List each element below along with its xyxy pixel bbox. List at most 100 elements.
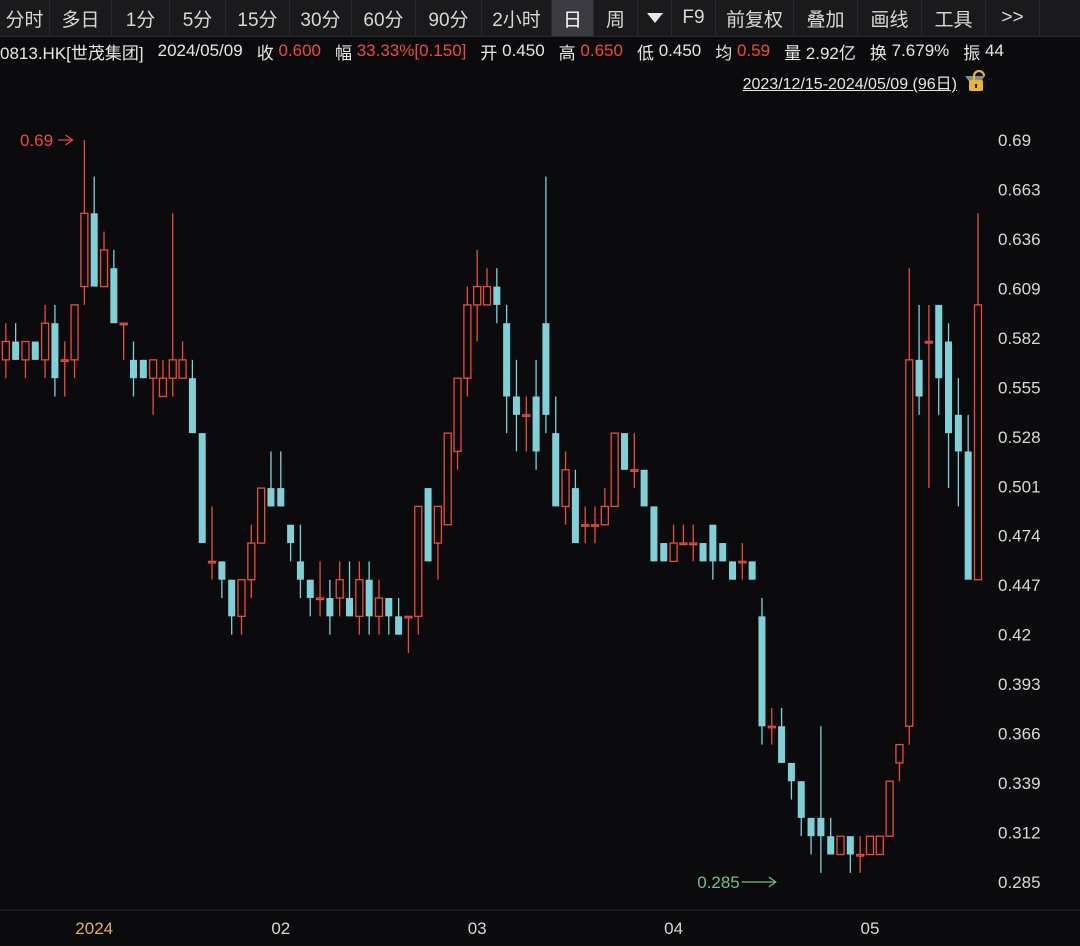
candle-body (404, 615, 413, 619)
period-dropdown-button[interactable] (638, 0, 672, 36)
y-tick-label: 0.663 (998, 180, 1041, 199)
open-label: 开 (480, 43, 498, 63)
low-label: 低 (636, 43, 654, 63)
toolbar-item-13[interactable]: 前复权 (716, 0, 794, 36)
candle-body (315, 597, 325, 601)
candle-body (218, 561, 226, 580)
toolbar-item-15[interactable]: 画线 (858, 0, 922, 36)
candle-body (620, 433, 628, 470)
candle-body (542, 323, 550, 415)
toolbar-item-9[interactable]: 日 (552, 0, 594, 36)
min-annotation-label: 0.285 (697, 873, 740, 892)
candle-body (561, 469, 570, 508)
candle-body (267, 488, 275, 507)
toolbar-item-0[interactable]: 分时 (0, 0, 50, 36)
candle-body (758, 616, 766, 727)
low-value: 0.450 (658, 41, 702, 60)
candle-body (973, 304, 983, 581)
candle-body (512, 396, 520, 415)
candle-body (827, 836, 835, 855)
candle-body (355, 579, 364, 617)
candle-body (935, 304, 943, 379)
toolbar-item-6[interactable]: 60分 (352, 0, 416, 36)
candle-body (80, 212, 89, 288)
toolbar-item-8[interactable]: 2小时 (482, 0, 552, 36)
high-value: 0.650 (580, 41, 623, 60)
candle-body (158, 377, 168, 398)
candle-body (679, 542, 688, 546)
change-label: 幅 (334, 43, 352, 63)
candle-body (650, 506, 658, 562)
candle-body (1, 340, 10, 361)
candle-body (729, 561, 736, 580)
candle-body (60, 359, 69, 363)
y-tick-label: 0.528 (998, 428, 1041, 447)
candle-body (767, 725, 776, 729)
date-range-text[interactable]: 2023/12/15-2024/05/09 (96日) (743, 70, 957, 94)
y-tick-label: 0.474 (998, 527, 1041, 546)
candle-body (99, 249, 109, 288)
candle-body (945, 341, 953, 434)
candle-body (905, 359, 914, 727)
high-label: 高 (558, 43, 576, 63)
candle-body (522, 414, 531, 417)
y-tick-label: 0.582 (998, 329, 1041, 348)
close-label: 收 (256, 43, 274, 63)
toolbar-item-7[interactable]: 90分 (416, 0, 482, 36)
candle-body (110, 268, 118, 324)
candle-body (453, 377, 462, 453)
candle-body (335, 579, 344, 599)
triangle-down-icon (646, 13, 663, 23)
lock-icon[interactable] (968, 70, 988, 92)
toolbar-item-2[interactable]: 1分 (112, 0, 170, 36)
toolbar-item-12[interactable]: F9 (672, 0, 716, 36)
candle-body (188, 378, 196, 434)
candle-body (119, 322, 128, 326)
candle-body (306, 579, 314, 599)
candle-body (493, 286, 501, 305)
toolbar-item-3[interactable]: 5分 (170, 0, 226, 36)
stock-code: 0813.HK[世茂集团] (0, 43, 144, 63)
volume-value: 2.92亿 (805, 43, 856, 63)
candle-body (640, 469, 648, 507)
candle-body (915, 359, 923, 397)
candle-body (148, 359, 158, 379)
close-value: 0.600 (278, 41, 321, 60)
y-tick-label: 0.447 (998, 576, 1041, 595)
candle-body (924, 340, 934, 344)
y-tick-label: 0.636 (998, 230, 1041, 249)
y-tick-label: 0.42 (998, 626, 1031, 645)
change-pct: 33.33% (356, 41, 415, 60)
x-tick-label: 02 (271, 919, 290, 938)
toolbar-item-1[interactable]: 多日 (50, 0, 112, 36)
y-tick-label: 0.69 (998, 131, 1031, 150)
y-tick-label: 0.366 (998, 725, 1041, 744)
candle-body (424, 488, 432, 562)
toolbar-item-16[interactable]: 工具 (922, 0, 986, 36)
candle-body (296, 561, 304, 580)
x-tick-label: 2024 (75, 919, 113, 938)
candle-body (40, 322, 50, 361)
candle-body (482, 285, 492, 306)
date-range-selector[interactable]: 2023/12/15-2024/05/09 (96日) (743, 70, 985, 94)
candle-body (12, 341, 20, 360)
candle-body (443, 432, 452, 526)
toolbar-item-4[interactable]: 15分 (226, 0, 290, 36)
candle-body (699, 543, 707, 562)
candle-body (433, 505, 443, 544)
toolbar-item-17[interactable]: >> (986, 0, 1040, 36)
open-value: 0.450 (502, 41, 545, 60)
candle-body (198, 433, 206, 544)
toolbar-item-14[interactable]: 叠加 (794, 0, 858, 36)
candle-body (797, 781, 805, 818)
toolbar-item-5[interactable]: 30分 (290, 0, 352, 36)
candle-body (256, 487, 266, 544)
candle-body (709, 524, 717, 562)
candle-body (875, 835, 884, 856)
candle-body (70, 304, 79, 361)
quote-info-bar: 0813.HK[世茂集团] 2024/05/09 收 0.600 幅 33.33… (0, 37, 1080, 65)
candle-body (885, 780, 894, 837)
candle-body (630, 469, 639, 472)
toolbar-item-10[interactable]: 周 (594, 0, 638, 36)
candle-body (846, 836, 854, 855)
